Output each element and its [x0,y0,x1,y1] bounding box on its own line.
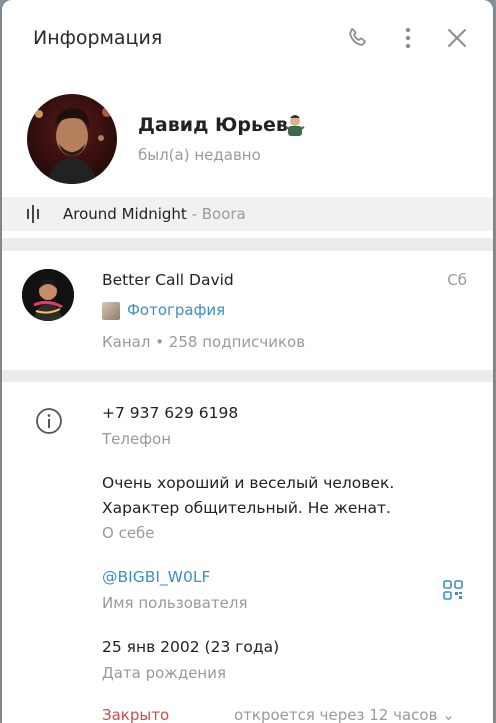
channel-name: Better Call David [102,271,234,289]
user-info-panel: Информация Давид Юрьев был(а) недавно Ar… [2,0,493,723]
audio-wave-icon [27,205,39,223]
track-title: Around Midnight [63,205,187,223]
info-icon [36,408,62,434]
chevron-down-icon: ⌄ [442,706,455,723]
close-icon[interactable] [445,26,469,50]
business-hours-status: Закрыто [102,706,170,723]
now-playing-text: Around Midnight - Boora [63,205,246,223]
qr-code-icon[interactable] [443,580,463,600]
channel-avatar [22,269,74,321]
track-separator: - [186,205,202,223]
info-card: +7 937 629 6198 Телефон Очень хороший и … [2,382,493,723]
personal-channel-card[interactable]: Better Call David Сб Фотография Канал • … [2,251,493,370]
panel-title: Информация [33,27,163,49]
username-label: Имя пользователя [102,594,248,612]
channel-last-post-preview: Фотография [127,301,226,319]
birthday-label: Дата рождения [102,664,226,682]
phone-number[interactable]: +7 937 629 6198 [102,401,238,426]
bio-line-1: Очень хороший и веселый человек. [102,474,395,492]
business-hours-note[interactable]: откроется через 12 часов ⌄ [234,706,455,723]
phone-label: Телефон [102,430,172,448]
profile-card: Информация Давид Юрьев был(а) недавно Ar… [2,0,493,238]
track-artist: Boora [201,205,246,223]
emoji-status-icon[interactable] [282,112,308,138]
now-playing-bar[interactable]: Around Midnight - Boora [2,197,493,231]
profile-status: был(а) недавно [138,146,261,164]
avatar[interactable] [27,94,117,184]
bio-line-2: Характер общительный. Не женат. [102,499,391,517]
channel-subscribers: Канал • 258 подписчиков [102,333,306,351]
channel-last-post-day: Сб [447,271,467,289]
profile-name: Давид Юрьев [138,114,288,136]
more-vertical-icon[interactable] [396,26,420,50]
bio-label: О себе [102,524,155,542]
photo-thumbnail [102,302,120,320]
username-link[interactable]: @BIGBI_W0LF [102,565,210,590]
birthday-value: 25 янв 2002 (23 года) [102,638,280,656]
hours-note-text: откроется через 12 часов [234,706,438,723]
phone-icon[interactable] [345,26,369,50]
